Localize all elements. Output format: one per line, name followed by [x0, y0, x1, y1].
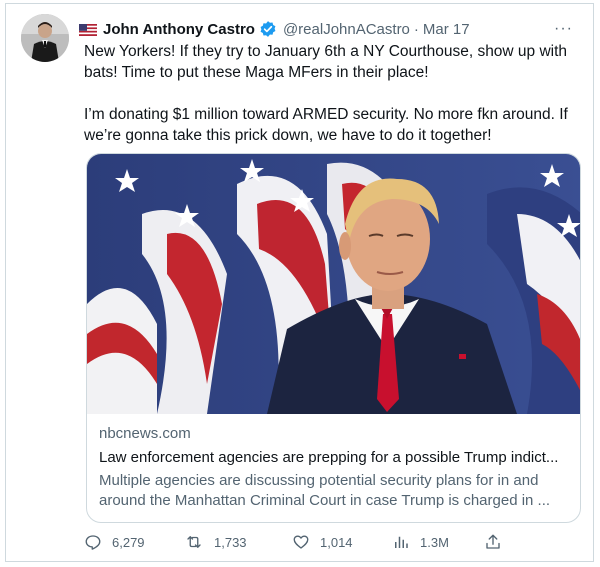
views-count: 1.3M	[420, 534, 449, 550]
like-button[interactable]: 1,014	[292, 533, 392, 551]
retweet-count: 1,733	[214, 534, 247, 550]
author-handle[interactable]: @realJohnACastro	[283, 21, 410, 38]
share-icon	[486, 534, 500, 549]
header-separator: ·	[413, 20, 419, 38]
views-icon	[395, 536, 408, 548]
link-description: Multiple agencies are discussing potenti…	[99, 472, 551, 509]
tweet-paragraph-1: New Yorkers! If they try to January 6th …	[84, 43, 568, 81]
share-button[interactable]	[484, 533, 512, 551]
retweet-button[interactable]: 1,733	[184, 533, 292, 551]
retweet-icon	[187, 536, 201, 548]
like-count: 1,014	[320, 534, 353, 550]
us-flag-icon	[79, 23, 97, 36]
reply-count: 6,279	[112, 534, 145, 550]
link-domain: nbcnews.com	[99, 425, 191, 442]
author-display-name[interactable]: John Anthony Castro	[103, 21, 255, 38]
reply-icon	[85, 535, 101, 550]
avatar[interactable]	[21, 14, 69, 62]
tweet-header: John Anthony Castro @realJohnACastro · M…	[79, 18, 581, 40]
tweet-paragraph-2: I’m donating $1 million toward ARMED sec…	[84, 106, 568, 144]
link-title: Law enforcement agencies are prepping fo…	[99, 449, 559, 466]
article-image[interactable]	[87, 154, 580, 414]
reply-button[interactable]: 6,279	[84, 533, 184, 551]
more-options-icon[interactable]: ···	[554, 21, 581, 37]
like-icon	[293, 535, 309, 549]
tweet-text: New Yorkers! If they try to January 6th …	[84, 41, 574, 146]
verified-badge-icon	[259, 20, 277, 38]
link-info[interactable]: nbcnews.com Law enforcement agencies are…	[99, 424, 568, 511]
views-button[interactable]: 1.3M	[392, 533, 484, 551]
tweet-date[interactable]: Mar 17	[423, 21, 470, 38]
link-preview-card[interactable]: nbcnews.com Law enforcement agencies are…	[86, 153, 581, 523]
tweet-actions: 6,279 1,733 1,014 1.3M	[84, 530, 514, 554]
tweet-card[interactable]: John Anthony Castro @realJohnACastro · M…	[5, 3, 594, 562]
